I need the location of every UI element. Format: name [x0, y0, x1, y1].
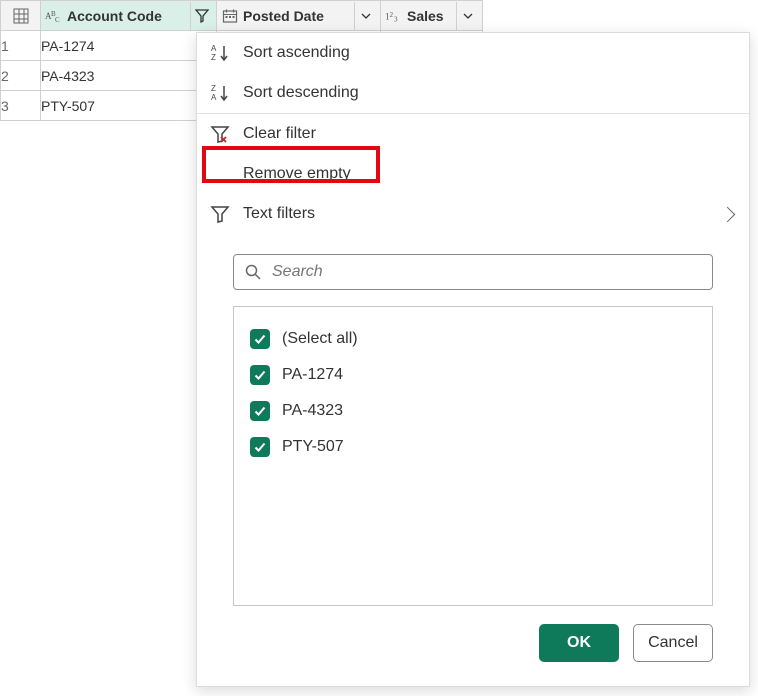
- menu-label: Remove empty: [243, 165, 351, 183]
- dialog-footer: OK Cancel: [197, 606, 749, 686]
- checkbox-checked-icon[interactable]: [250, 365, 270, 385]
- svg-text:A: A: [211, 93, 217, 102]
- filter-value-label: PA-1274: [282, 366, 343, 384]
- cancel-button[interactable]: Cancel: [633, 624, 713, 662]
- checkbox-checked-icon[interactable]: [250, 329, 270, 349]
- svg-text:Z: Z: [211, 53, 216, 62]
- filter-value-label: (Select all): [282, 330, 358, 348]
- checkbox-checked-icon[interactable]: [250, 401, 270, 421]
- row-number: 3: [1, 91, 41, 121]
- select-all-cell[interactable]: [1, 1, 41, 31]
- svg-text:A: A: [211, 44, 217, 53]
- sort-descending-item[interactable]: ZA Sort descending: [197, 73, 749, 113]
- button-label: OK: [567, 634, 591, 652]
- menu-label: Text filters: [243, 205, 315, 223]
- column-filter-button[interactable]: [456, 2, 478, 30]
- column-filter-button[interactable]: [190, 2, 212, 30]
- column-label: Sales: [407, 8, 444, 24]
- svg-text:2: 2: [390, 10, 394, 18]
- menu-label: Sort ascending: [243, 44, 350, 62]
- column-filter-button[interactable]: [354, 2, 376, 30]
- button-label: Cancel: [648, 634, 698, 652]
- column-header-posted-date[interactable]: Posted Date: [217, 1, 381, 31]
- search-icon: [244, 263, 262, 281]
- filter-value-select-all[interactable]: (Select all): [250, 321, 696, 357]
- ok-button[interactable]: OK: [539, 624, 619, 662]
- column-label: Account Code: [67, 8, 162, 24]
- filter-value-label: PA-4323: [282, 402, 343, 420]
- svg-text:C: C: [55, 16, 60, 23]
- clear-filter-item[interactable]: Clear filter: [197, 114, 749, 154]
- text-filters-item[interactable]: Text filters: [197, 194, 749, 234]
- chevron-down-icon: [463, 13, 473, 19]
- cell-account-code[interactable]: PTY-507: [41, 91, 217, 121]
- column-label: Posted Date: [243, 8, 324, 24]
- cell-account-code[interactable]: PA-4323: [41, 61, 217, 91]
- remove-empty-item[interactable]: Remove empty: [197, 154, 749, 194]
- filter-value-item[interactable]: PA-1274: [250, 357, 696, 393]
- checkbox-checked-icon[interactable]: [250, 437, 270, 457]
- search-input[interactable]: [270, 262, 702, 282]
- column-header-account-code[interactable]: ABC Account Code: [41, 1, 217, 31]
- table-icon: [12, 7, 30, 25]
- clear-filter-icon: [209, 123, 231, 145]
- column-header-sales[interactable]: 123 Sales: [381, 1, 483, 31]
- search-field-wrap[interactable]: [233, 254, 713, 290]
- menu-label: Sort descending: [243, 84, 359, 102]
- filter-active-icon: [195, 9, 209, 23]
- filter-values-list[interactable]: (Select all) PA-1274 PA-4323 PTY-507: [233, 306, 713, 606]
- filter-value-item[interactable]: PTY-507: [250, 429, 696, 465]
- sort-ascending-item[interactable]: AZ Sort ascending: [197, 33, 749, 73]
- sort-asc-icon: AZ: [209, 42, 231, 64]
- sort-desc-icon: ZA: [209, 82, 231, 104]
- filter-value-label: PTY-507: [282, 438, 344, 456]
- chevron-down-icon: [361, 13, 371, 19]
- svg-text:3: 3: [394, 15, 398, 23]
- menu-label: Clear filter: [243, 125, 316, 143]
- row-number: 1: [1, 31, 41, 61]
- filter-icon: [209, 203, 231, 225]
- text-type-icon: ABC: [45, 7, 63, 25]
- filter-dropdown-panel: AZ Sort ascending ZA Sort descending Cle…: [196, 32, 750, 687]
- svg-text:Z: Z: [211, 84, 216, 93]
- filter-value-item[interactable]: PA-4323: [250, 393, 696, 429]
- date-type-icon: [221, 7, 239, 25]
- cell-account-code[interactable]: PA-1274: [41, 31, 217, 61]
- number-type-icon: 123: [385, 7, 403, 25]
- blank-icon: [209, 163, 231, 185]
- row-number: 2: [1, 61, 41, 91]
